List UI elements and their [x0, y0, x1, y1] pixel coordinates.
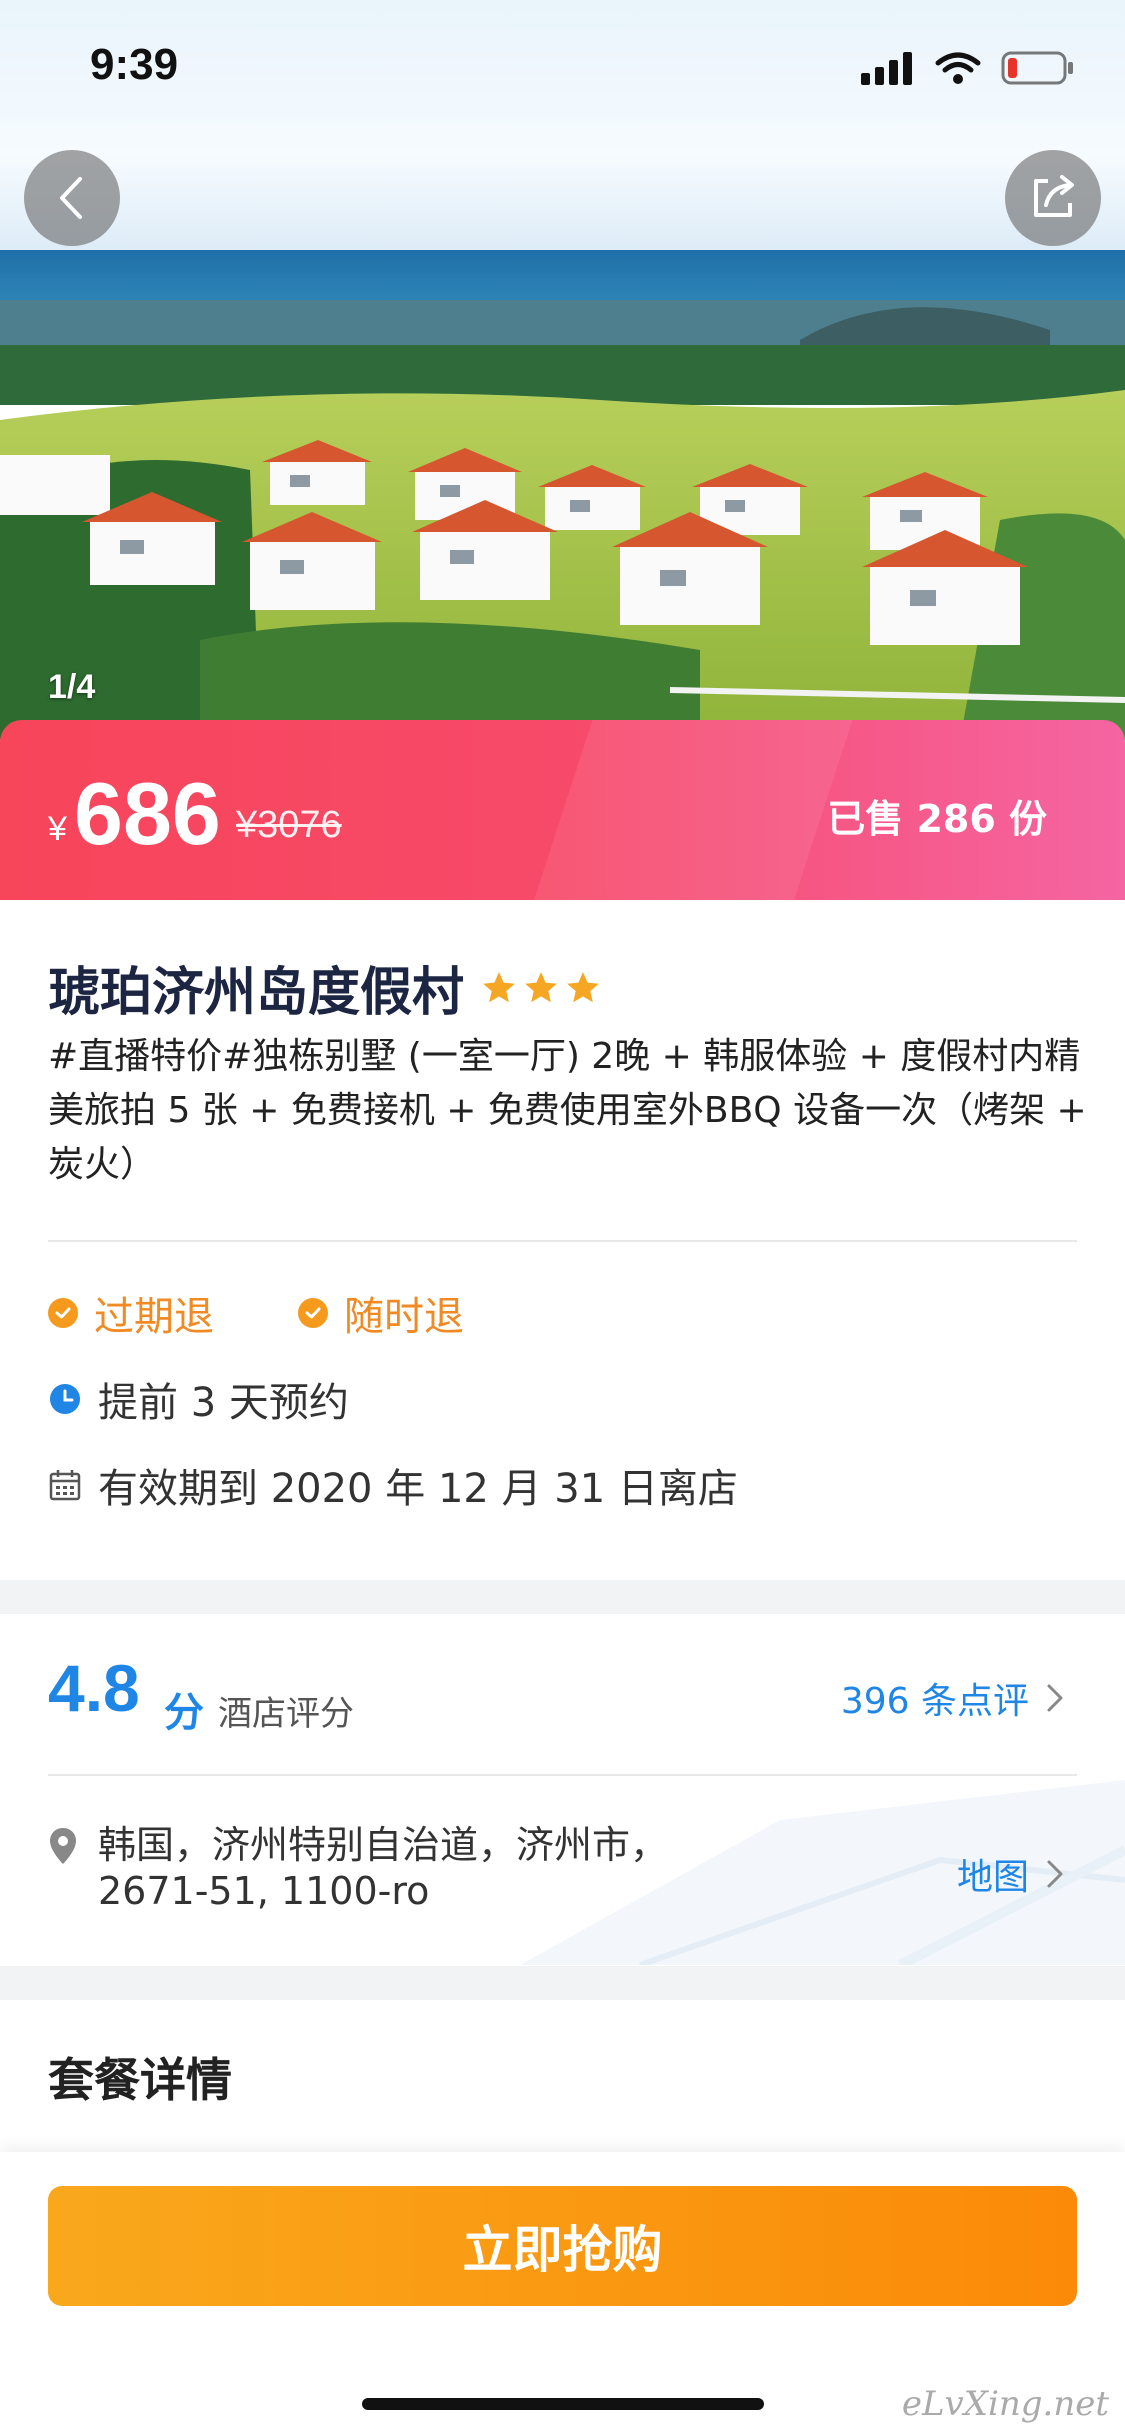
watermark: eLvXing.net [901, 2384, 1109, 2424]
section-gap [0, 1966, 1125, 2000]
signal-icon [861, 52, 912, 85]
status-time: 9:39 [90, 40, 179, 89]
rating-score: 4.8 [48, 1651, 140, 1725]
sold-count: 已售 286 份 [827, 797, 1047, 841]
product-description: #直播特价#独栋别墅 (一室一厅) 2晚 + 韩服体验 + 度假村内精美旅拍 5… [48, 1036, 1087, 1185]
original-price: ¥3076 [236, 804, 342, 846]
bottom-bar: 立即抢购 eLvXing.net [0, 2152, 1125, 2436]
price-banner: ¥ 686 ¥3076 已售 286 份 [0, 720, 1125, 900]
rating-label: 酒店评分 [218, 1694, 354, 1734]
section-gap [0, 1580, 1125, 1614]
home-indicator [362, 2398, 764, 2410]
star-rating [480, 969, 602, 1007]
address-line-1: 韩国，济州特别自治道，济州市， [98, 1823, 669, 1867]
current-price: 686 [74, 764, 221, 863]
map-link[interactable]: 地图 [957, 1848, 1069, 1900]
address-text: 韩国，济州特别自治道，济州市， 2671-51, 1100-ro [98, 1822, 668, 1914]
wifi-icon [935, 52, 981, 84]
tag-label: 随时退 [344, 1294, 464, 1340]
map-pin-icon [50, 1828, 76, 1864]
divider [48, 1774, 1077, 1776]
reviews-link[interactable]: 396 条点评 [841, 1672, 1069, 1724]
rating-unit: 分 [164, 1690, 204, 1736]
star-icon [483, 971, 515, 1002]
calendar-icon [49, 1470, 81, 1501]
chevron-right-icon [1047, 1860, 1063, 1888]
validity: 有效期到 2020 年 12 月 31 日离店 [48, 1456, 738, 1514]
address-line-2: 2671-51, 1100-ro [98, 1869, 430, 1913]
tag-expired-refund: 过期退 [48, 1284, 214, 1342]
advance-booking-text: 提前 3 天预约 [98, 1380, 349, 1426]
status-icons [861, 50, 1075, 86]
back-button[interactable] [24, 150, 120, 246]
image-counter: 1/4 [48, 668, 96, 706]
star-icon [525, 971, 557, 1002]
currency-symbol: ¥ [48, 810, 67, 848]
buy-now-button[interactable]: 立即抢购 [48, 2186, 1077, 2306]
clock-icon [50, 1384, 80, 1414]
star-icon [567, 971, 599, 1002]
share-button[interactable] [1005, 150, 1101, 246]
hero-image[interactable]: 9:39 1/4 [0, 0, 1125, 740]
advance-booking: 提前 3 天预约 [48, 1370, 349, 1428]
status-bar: 9:39 [0, 0, 1125, 140]
battery-icon [1001, 51, 1073, 85]
check-circle-icon [298, 1298, 328, 1328]
map-link-label: 地图 [956, 1857, 1029, 1898]
chevron-left-icon [60, 177, 82, 219]
divider [48, 1240, 1077, 1242]
check-circle-icon [48, 1298, 78, 1328]
reviews-link-label: 396 条点评 [840, 1681, 1029, 1722]
tag-label: 过期退 [94, 1294, 214, 1340]
validity-text: 有效期到 2020 年 12 月 31 日离店 [98, 1466, 738, 1512]
package-section-title: 套餐详情 [48, 2053, 232, 2107]
share-icon [1034, 175, 1074, 217]
banner-sheen [521, 720, 859, 900]
product-title: 琥珀济州岛度假村 [48, 963, 465, 1023]
tag-anytime-refund: 随时退 [298, 1284, 464, 1342]
address-block: 韩国，济州特别自治道，济州市， 2671-51, 1100-ro [48, 1822, 668, 1914]
chevron-right-icon [1047, 1684, 1063, 1712]
title-row: 琥珀济州岛度假村 [48, 950, 602, 1025]
